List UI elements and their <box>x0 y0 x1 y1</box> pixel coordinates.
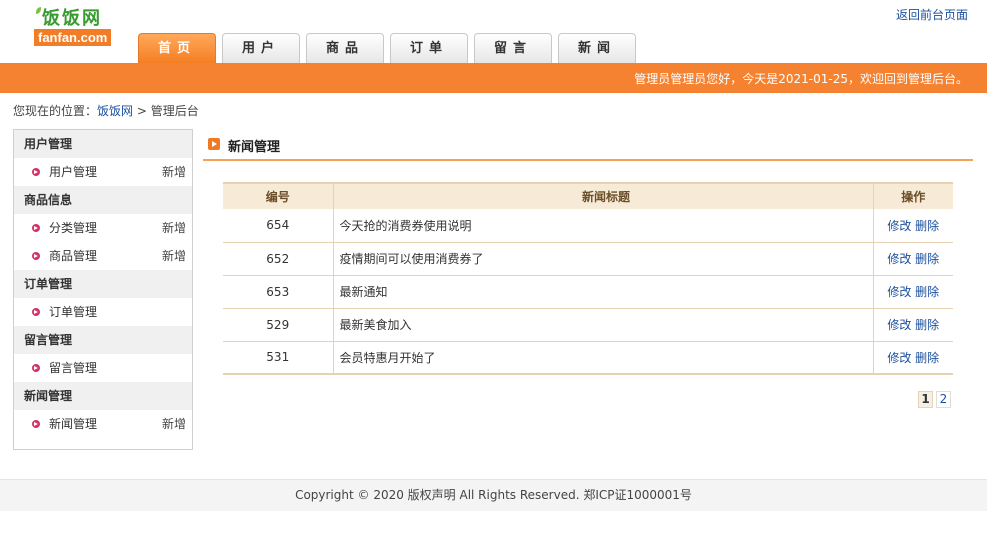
breadcrumb-current: 管理后台 <box>150 104 199 118</box>
table-row: 529 最新美食加入 修改 删除 <box>223 308 953 342</box>
add-news-link[interactable]: 新增 <box>162 410 186 438</box>
sidebar-group-users: 用户管理 <box>14 130 192 158</box>
leaf-icon <box>36 7 41 14</box>
tab-users[interactable]: 用户 <box>222 33 300 63</box>
edit-link[interactable]: 修改 <box>887 285 911 299</box>
column-header-ops: 操作 <box>873 182 953 209</box>
sidebar-item-label[interactable]: 商品管理 <box>49 249 97 263</box>
sidebar: 用户管理 用户管理 新增 商品信息 分类管理 新增 商品管理 新增 订单管理 订… <box>13 129 193 450</box>
cell-title: 最新通知 <box>333 275 874 309</box>
table-header-row: 编号 新闻标题 操作 <box>223 182 953 209</box>
cell-id: 652 <box>223 242 334 276</box>
delete-link[interactable]: 删除 <box>915 318 939 332</box>
table-row: 531 会员特惠月开始了 修改 删除 <box>223 341 953 375</box>
pagination: 1 2 <box>918 391 951 408</box>
edit-link[interactable]: 修改 <box>887 351 911 365</box>
sidebar-item-label[interactable]: 订单管理 <box>49 305 97 319</box>
sidebar-item-label[interactable]: 用户管理 <box>49 165 97 179</box>
table-row: 654 今天抢的消费券使用说明 修改 删除 <box>223 209 953 243</box>
sidebar-group-news: 新闻管理 <box>14 382 192 410</box>
copyright-text: Copyright © 2020 版权声明 All Rights Reserve… <box>295 488 692 502</box>
breadcrumb-prefix: 您现在的位置： <box>13 104 98 118</box>
tab-products[interactable]: 商品 <box>306 33 384 63</box>
sidebar-group-products: 商品信息 <box>14 186 192 214</box>
breadcrumb-home-link[interactable]: 饭饭网 <box>97 104 133 118</box>
tab-home[interactable]: 首页 <box>138 33 216 63</box>
sidebar-item-user-management: 用户管理 新增 <box>14 158 192 186</box>
edit-link[interactable]: 修改 <box>887 318 911 332</box>
arrow-bullet-icon <box>32 252 40 260</box>
sidebar-item-message-management: 留言管理 <box>14 354 192 382</box>
welcome-text: 管理员管理员您好，今天是2021-01-25，欢迎回到管理后台。 <box>634 72 968 86</box>
edit-link[interactable]: 修改 <box>887 252 911 266</box>
footer: Copyright © 2020 版权声明 All Rights Reserve… <box>0 479 987 511</box>
sidebar-item-order-management: 订单管理 <box>14 298 192 326</box>
sidebar-item-news-management: 新闻管理 新增 <box>14 410 192 438</box>
cell-ops: 修改 删除 <box>873 209 953 243</box>
cell-id: 529 <box>223 308 334 342</box>
arrow-right-icon <box>208 138 220 150</box>
table-row: 653 最新通知 修改 删除 <box>223 275 953 309</box>
breadcrumb-separator: > <box>136 104 147 118</box>
edit-link[interactable]: 修改 <box>887 219 911 233</box>
cell-title: 最新美食加入 <box>333 308 874 342</box>
cell-id: 654 <box>223 209 334 243</box>
cell-ops: 修改 删除 <box>873 308 953 342</box>
news-table: 编号 新闻标题 操作 654 今天抢的消费券使用说明 修改 删除 652 疫情期… <box>223 182 953 375</box>
sidebar-group-messages: 留言管理 <box>14 326 192 354</box>
sidebar-item-label[interactable]: 新闻管理 <box>49 417 97 431</box>
delete-link[interactable]: 删除 <box>915 351 939 365</box>
delete-link[interactable]: 删除 <box>915 285 939 299</box>
sidebar-item-product-management: 商品管理 新增 <box>14 242 192 270</box>
table-row: 652 疫情期间可以使用消费券了 修改 删除 <box>223 242 953 276</box>
add-category-link[interactable]: 新增 <box>162 214 186 242</box>
cell-ops: 修改 删除 <box>873 341 953 375</box>
column-header-title: 新闻标题 <box>333 182 874 209</box>
arrow-bullet-icon <box>32 420 40 428</box>
delete-link[interactable]: 删除 <box>915 219 939 233</box>
cell-ops: 修改 删除 <box>873 242 953 276</box>
delete-link[interactable]: 删除 <box>915 252 939 266</box>
cell-title: 疫情期间可以使用消费券了 <box>333 242 874 276</box>
tab-news[interactable]: 新闻 <box>558 33 636 63</box>
logo: 饭饭网 fanfan.com <box>34 2 114 46</box>
arrow-bullet-icon <box>32 308 40 316</box>
sidebar-item-label[interactable]: 分类管理 <box>49 221 97 235</box>
main-nav: 首页 用户 商品 订单 留言 新闻 <box>138 33 642 63</box>
tab-orders[interactable]: 订单 <box>390 33 468 63</box>
add-user-link[interactable]: 新增 <box>162 158 186 186</box>
logo-text-cn: 饭饭网 <box>42 8 102 29</box>
cell-id: 653 <box>223 275 334 309</box>
arrow-bullet-icon <box>32 364 40 372</box>
sidebar-item-label[interactable]: 留言管理 <box>49 361 97 375</box>
header-bar: 管理员管理员您好，今天是2021-01-25，欢迎回到管理后台。 <box>0 63 987 93</box>
back-to-frontend-link[interactable]: 返回前台页面 <box>896 6 968 23</box>
cell-title: 今天抢的消费券使用说明 <box>333 209 874 243</box>
cell-ops: 修改 删除 <box>873 275 953 309</box>
page-title: 新闻管理 <box>228 140 281 155</box>
page-1-current[interactable]: 1 <box>918 391 933 408</box>
section-header: 新闻管理 <box>203 131 973 161</box>
column-header-id: 编号 <box>223 182 334 209</box>
logo-text-en: fanfan.com <box>34 29 112 46</box>
arrow-bullet-icon <box>32 168 40 176</box>
add-product-link[interactable]: 新增 <box>162 242 186 270</box>
sidebar-group-orders: 订单管理 <box>14 270 192 298</box>
page-2-link[interactable]: 2 <box>936 391 951 408</box>
sidebar-item-category-management: 分类管理 新增 <box>14 214 192 242</box>
arrow-bullet-icon <box>32 224 40 232</box>
cell-id: 531 <box>223 341 334 375</box>
breadcrumb: 您现在的位置：饭饭网 > 管理后台 <box>13 102 199 119</box>
cell-title: 会员特惠月开始了 <box>333 341 874 375</box>
tab-messages[interactable]: 留言 <box>474 33 552 63</box>
